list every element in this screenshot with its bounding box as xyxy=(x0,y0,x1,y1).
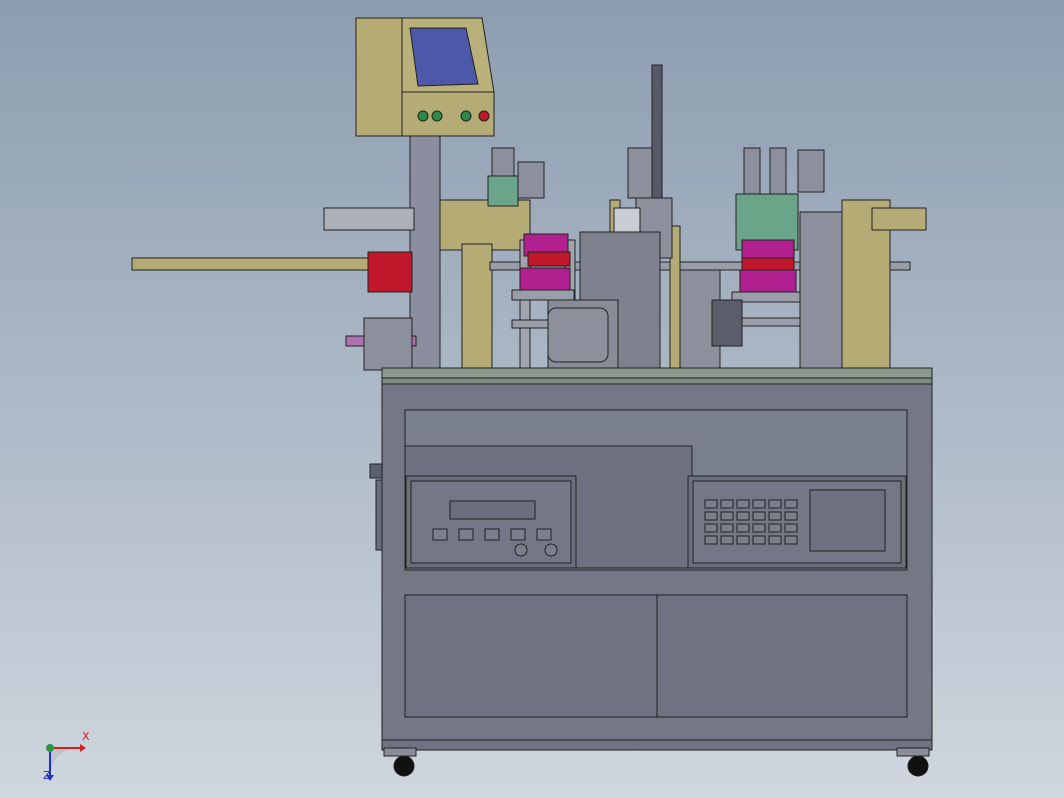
machine-scene xyxy=(131,17,933,777)
axis-triad: X Z xyxy=(40,730,100,783)
roller xyxy=(547,307,609,363)
right-frame xyxy=(799,199,927,377)
display-window xyxy=(449,500,536,520)
feeder-rail-left xyxy=(131,207,417,371)
door-right xyxy=(656,594,908,718)
cabinet xyxy=(369,375,933,751)
z-axis-label: Z xyxy=(43,769,51,782)
red-block xyxy=(367,251,413,293)
lcd-screen xyxy=(809,489,886,552)
door-left xyxy=(404,594,658,718)
caster-wheels xyxy=(383,747,930,777)
touch-screen xyxy=(409,27,479,87)
x-axis-label: X xyxy=(82,730,90,743)
